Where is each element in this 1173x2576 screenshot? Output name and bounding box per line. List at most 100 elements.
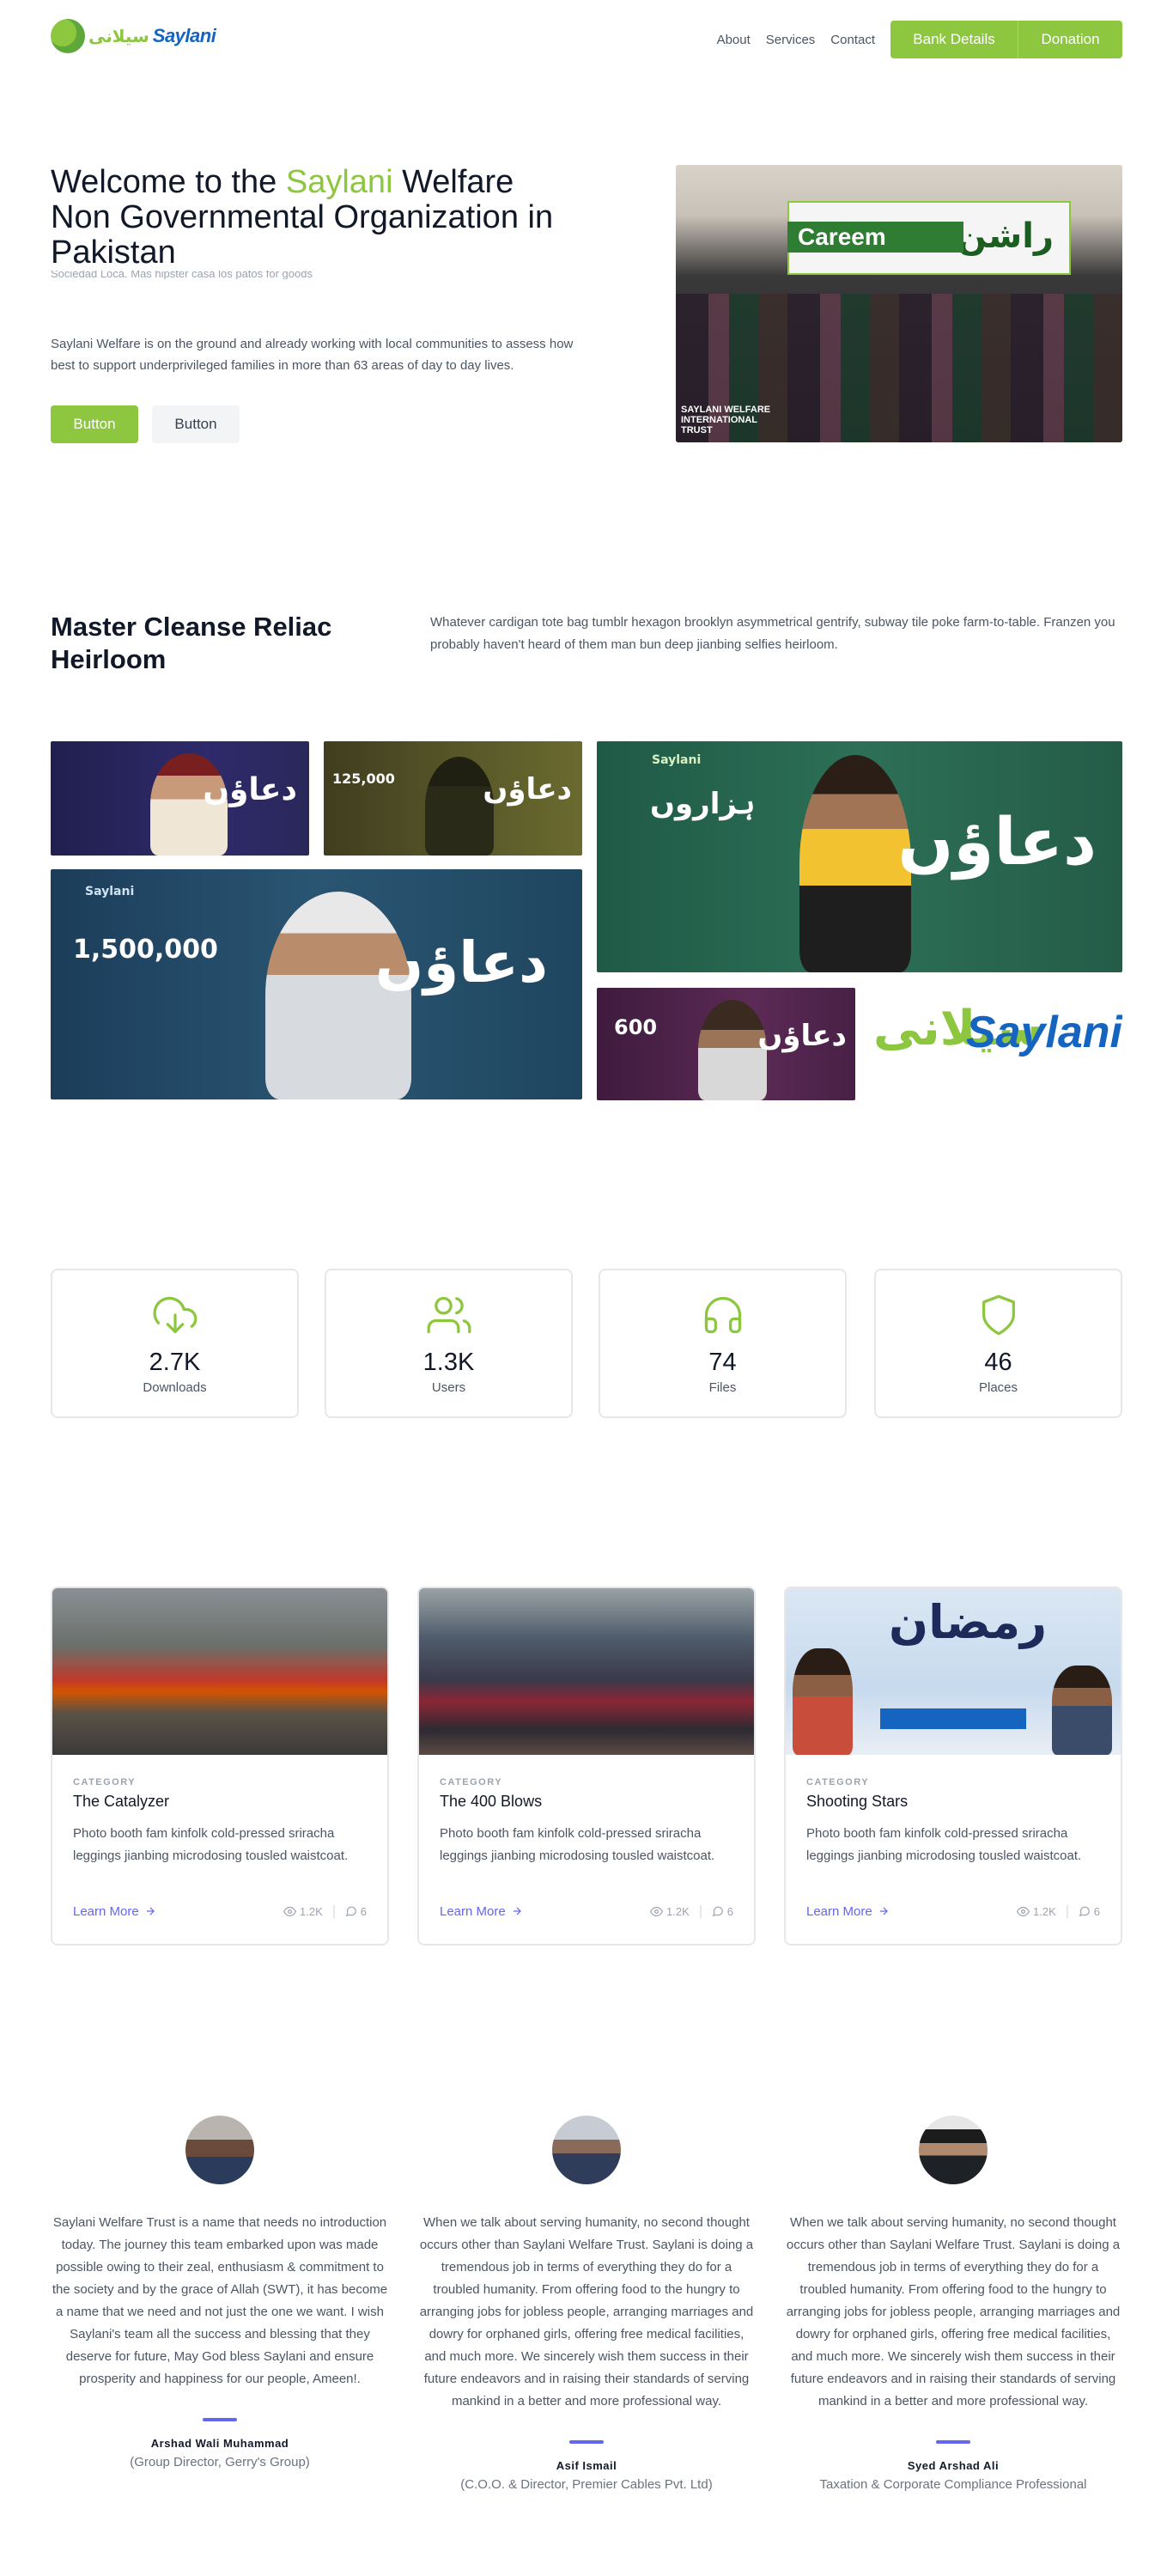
comment-icon [712, 1906, 723, 1917]
comment-icon [345, 1906, 356, 1917]
testimonial-1: Saylani Welfare Trust is a name that nee… [51, 2116, 389, 2469]
hero-secondary-button[interactable]: Button [152, 405, 240, 443]
gallery-image-3: Saylani ہزاروں دعاؤں [597, 741, 1122, 972]
stat-value: 46 [984, 1349, 1012, 1376]
gallery-dua-4: دعاؤں [374, 929, 548, 996]
arrow-right-icon [513, 1907, 521, 1915]
testimonial-3: When we talk about serving humanity, no … [784, 2116, 1122, 2492]
saylani-logo[interactable]: سیلانی Saylani [51, 19, 216, 53]
gallery-num-4: 1,500,000 [73, 935, 218, 965]
gallery-image-5: 600 دعاؤں [597, 988, 855, 1100]
stat-downloads: 2.7K Downloads [51, 1269, 299, 1418]
card-comments: 6 [702, 1905, 733, 1918]
avatar [185, 2116, 254, 2184]
testimonial-divider [203, 2418, 237, 2421]
card-comments-count: 6 [360, 1904, 367, 1918]
card-views: 1.2K [1017, 1904, 1068, 1918]
card-description: Photo booth fam kinfolk cold-pressed sri… [440, 1826, 715, 1863]
card-description: Photo booth fam kinfolk cold-pressed sri… [806, 1826, 1082, 1863]
card-category: CATEGORY [440, 1777, 503, 1787]
stat-value: 1.3K [422, 1349, 475, 1376]
card-footer: Learn More 1.2K 6 [806, 1903, 1100, 1920]
stat-label: Users [431, 1380, 466, 1395]
card-title: The Catalyzer [73, 1793, 170, 1810]
card-comments-count: 6 [726, 1904, 733, 1918]
testimonial-2: When we talk about serving humanity, no … [417, 2116, 756, 2492]
section2-title: Master Cleanse Reliac Heirloom [51, 612, 332, 674]
nav-contact[interactable]: Contact [830, 33, 875, 47]
gallery-num-2: 125,000 [332, 770, 395, 787]
card-views-count: 1.2K [300, 1904, 323, 1918]
gallery-logo-word: Saylani [965, 1008, 1122, 1057]
card-image [419, 1588, 754, 1755]
bank-details-button[interactable]: Bank Details [890, 21, 1018, 58]
learn-more-label: Learn More [440, 1903, 506, 1919]
gallery-logo-3: Saylani [652, 753, 702, 767]
testimonial-role: (C.O.O. & Director, Premier Cables Pvt. … [460, 2477, 713, 2492]
blog-card-1: CATEGORY The Catalyzer Photo booth fam k… [51, 1586, 389, 1946]
logo-mark-icon [51, 19, 85, 53]
hero-title-pre: Welcome to the [51, 164, 286, 200]
users-icon [427, 1296, 471, 1334]
eye-icon [1017, 1906, 1030, 1916]
testimonial-name: Syed Arshad Ali [907, 2459, 1000, 2472]
hero-description: Saylani Welfare is on the ground and alr… [51, 337, 574, 373]
hero-image-tag: SAYLANI WELFARE INTERNATIONAL TRUST [681, 405, 771, 435]
nav-services[interactable]: Services [766, 33, 816, 47]
testimonial-text: When we talk about serving humanity, no … [419, 2215, 754, 2409]
card-meta: 1.2K 6 [650, 1904, 733, 1918]
gallery-image-2: 125,000 دعاؤں [324, 741, 582, 856]
nav-about[interactable]: About [717, 33, 751, 47]
testimonial-role: (Group Director, Gerry's Group) [130, 2455, 310, 2469]
card-views-count: 1.2K [666, 1904, 690, 1918]
avatar [919, 2116, 988, 2184]
gallery-image-6-saylani-logo: سیلانی Saylani [870, 988, 1122, 1100]
testimonial-role: Taxation & Corporate Compliance Professi… [819, 2477, 1087, 2492]
gallery-num-5: 600 [614, 1015, 658, 1039]
testimonial-text: Saylani Welfare Trust is a name that nee… [52, 2215, 388, 2386]
learn-more-link[interactable]: Learn More [440, 1904, 523, 1919]
hero-title: Welcome to the Saylani Welfare Non Gover… [51, 165, 574, 271]
gallery-dua-1: دعاؤں [203, 772, 297, 807]
gallery-person [698, 1000, 767, 1100]
stat-value: 74 [708, 1349, 737, 1376]
download-icon [153, 1296, 197, 1334]
gallery-urdu-3: ہزاروں [650, 787, 756, 821]
hero-title-accent: Saylani [285, 164, 393, 200]
blog-card-3: رمضان CATEGORY Shooting Stars Photo boot… [784, 1586, 1122, 1946]
card-views-count: 1.2K [1033, 1904, 1056, 1918]
shield-icon [982, 1294, 1015, 1336]
stat-label: Files [708, 1380, 737, 1395]
learn-more-link[interactable]: Learn More [73, 1904, 156, 1919]
gallery-dua-2: دعاؤں [483, 772, 572, 807]
card-footer: Learn More 1.2K 6 [440, 1903, 733, 1920]
donation-button[interactable]: Donation [1018, 21, 1122, 58]
site-header: سیلانی Saylani About Services Contact Ba… [51, 0, 1122, 82]
learn-more-link[interactable]: Learn More [806, 1904, 890, 1919]
card-category: CATEGORY [73, 1777, 137, 1787]
hero-banner-careem: Careem [798, 223, 886, 250]
avatar [552, 2116, 621, 2184]
testimonial-name: Asif Ismail [556, 2459, 617, 2472]
hero-image: راشن Careem SAYLANI WELFARE INTERNATIONA… [676, 165, 1122, 442]
comment-icon [1079, 1906, 1090, 1917]
section2-text: Whatever cardigan tote bag tumblr hexago… [430, 615, 1115, 652]
hero-primary-button[interactable]: Button [51, 405, 138, 443]
gallery-dua-5: دعاؤں [757, 1019, 847, 1053]
gallery-person [265, 892, 411, 1099]
logo-urdu-text: سیلانی [88, 27, 149, 46]
logo-word: Saylani [152, 25, 216, 46]
card-image [52, 1588, 387, 1755]
card-views: 1.2K [283, 1904, 335, 1918]
eye-icon [650, 1906, 664, 1916]
eye-icon [283, 1906, 297, 1916]
testimonial-name: Arshad Wali Muhammad [150, 2437, 289, 2450]
card-image-title: رمضان [889, 1597, 1048, 1648]
stat-files: 74 Files [599, 1269, 847, 1418]
stat-label: Downloads [143, 1380, 207, 1395]
headphones-icon [704, 1296, 741, 1334]
card-comments: 6 [335, 1905, 367, 1918]
card-views: 1.2K [650, 1904, 702, 1918]
testimonial-divider [569, 2440, 604, 2444]
card-category: CATEGORY [806, 1777, 870, 1787]
